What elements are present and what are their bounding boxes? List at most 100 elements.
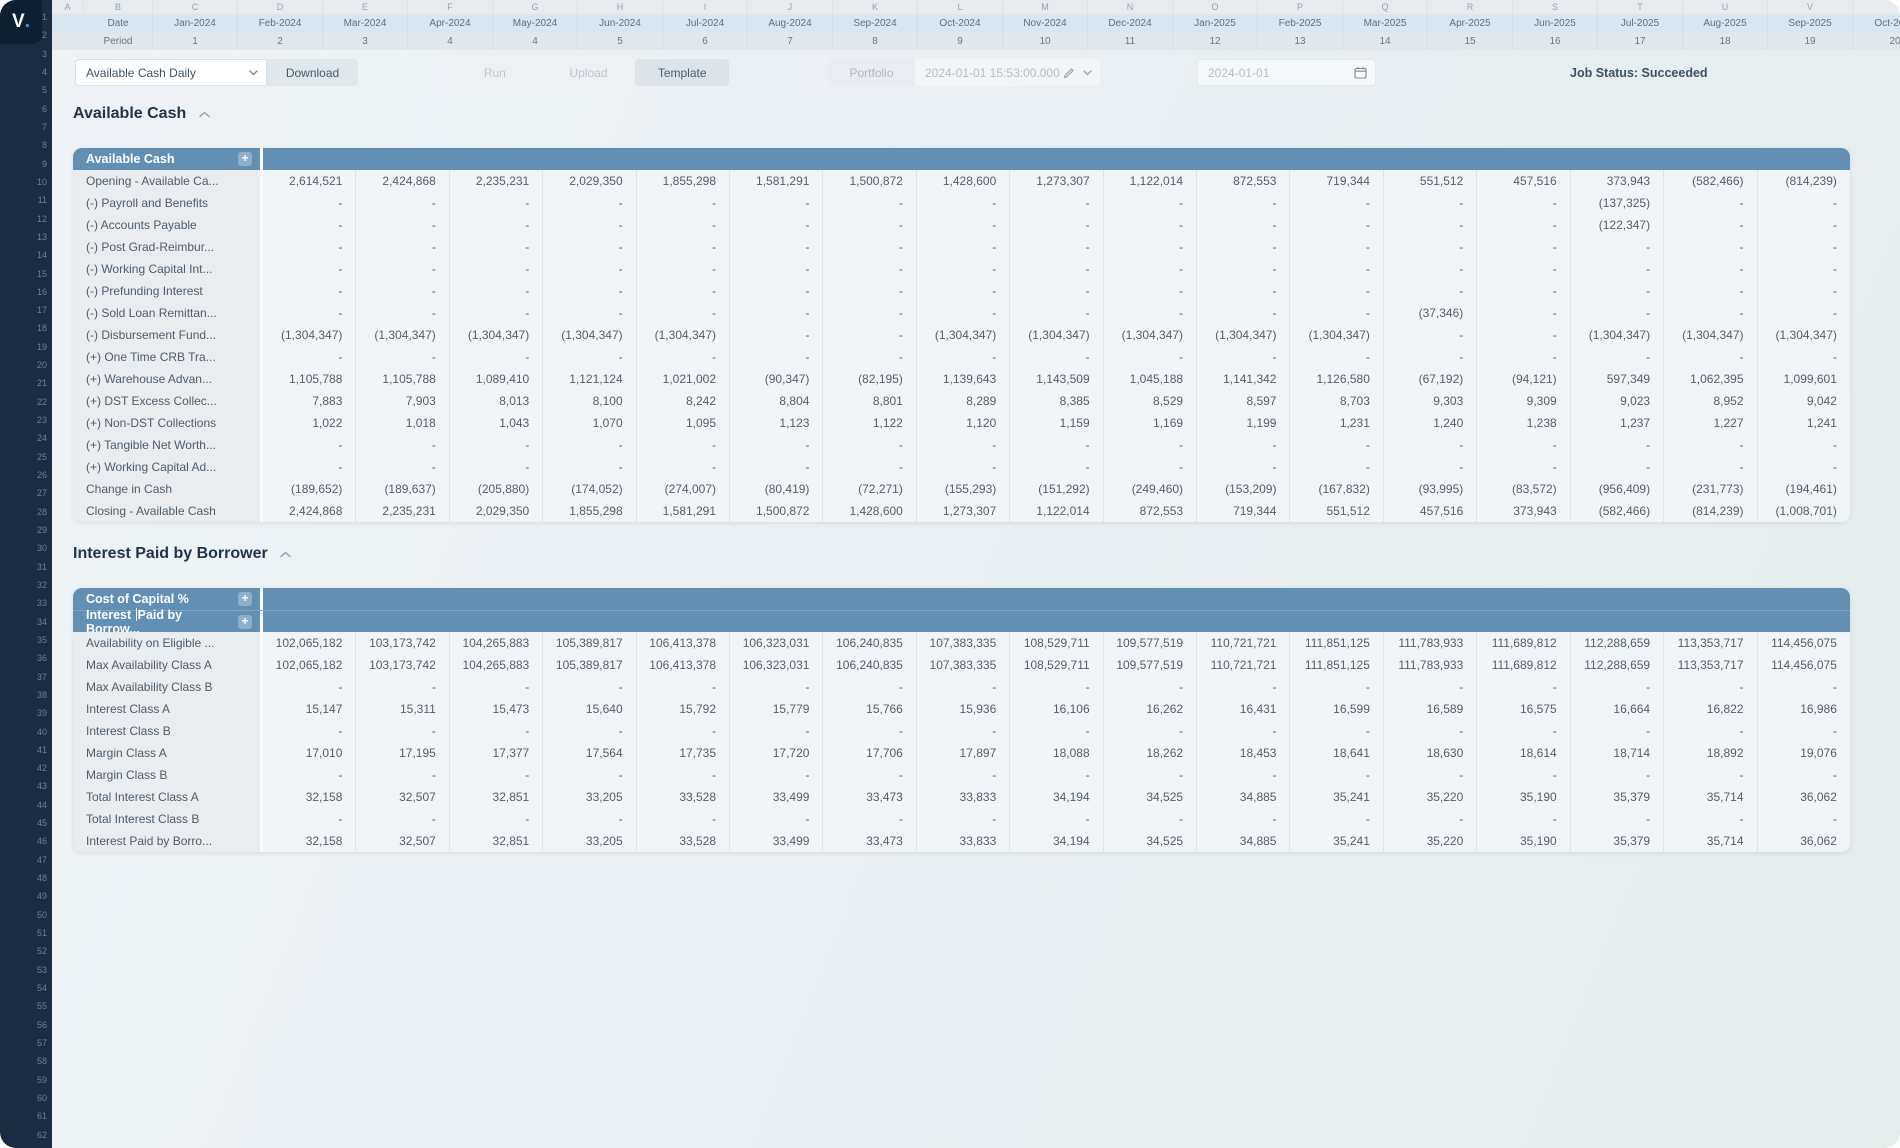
table-row: Interest Class B----------------- bbox=[73, 720, 1850, 742]
row-number: 44 bbox=[27, 799, 47, 811]
cell-value: 1,855,298 bbox=[636, 170, 729, 192]
cell-value: - bbox=[729, 720, 822, 742]
cell-value: 1,021,002 bbox=[636, 368, 729, 390]
cell-value: - bbox=[1103, 346, 1196, 368]
expand-columns-button[interactable]: + bbox=[238, 152, 252, 166]
portfolio-run-value: 2024-01-01 15:53:00.000 bbox=[925, 66, 1063, 80]
period-header-row: Period12344567891011121314151617181920 bbox=[52, 32, 1900, 50]
cell-value: - bbox=[1383, 324, 1476, 346]
cell-value: 1,139,643 bbox=[916, 368, 1009, 390]
cell-value: 1,018 bbox=[355, 412, 448, 434]
cell-value: - bbox=[729, 434, 822, 456]
cell-value: - bbox=[1663, 720, 1756, 742]
cell-value: 103,173,742 bbox=[355, 654, 448, 676]
calendar-icon[interactable] bbox=[1354, 66, 1367, 79]
cell-value: - bbox=[1663, 258, 1756, 280]
column-letter: D bbox=[238, 0, 323, 14]
collapse-chevron-up-icon[interactable] bbox=[196, 106, 212, 122]
download-button[interactable]: Download bbox=[267, 59, 358, 86]
row-label: Total Interest Class B bbox=[73, 808, 263, 830]
table-row: Interest Paid by Borro...32,15832,50732,… bbox=[73, 830, 1850, 852]
cell-value: - bbox=[729, 214, 822, 236]
table-header-row: Available Cash+ bbox=[73, 148, 1850, 170]
row-number: 49 bbox=[27, 890, 47, 902]
cell-value: 1,500,872 bbox=[729, 500, 822, 522]
cell-value: - bbox=[636, 346, 729, 368]
app-logo[interactable]: V. bbox=[0, 0, 42, 44]
cell-value: - bbox=[636, 808, 729, 830]
row-number: 28 bbox=[27, 506, 47, 518]
cell-value: - bbox=[542, 192, 635, 214]
table-row: (-) Payroll and Benefits--------------(1… bbox=[73, 192, 1850, 214]
cell-value: - bbox=[1570, 258, 1663, 280]
row-number: 48 bbox=[27, 872, 47, 884]
table-row: Change in Cash(189,652)(189,637)(205,880… bbox=[73, 478, 1850, 500]
as-of-date-input[interactable]: 2024-01-01 bbox=[1197, 59, 1376, 86]
row-label: (+) One Time CRB Tra... bbox=[73, 346, 263, 368]
cell-value: 9,303 bbox=[1383, 390, 1476, 412]
period-cell: 1 bbox=[153, 32, 238, 50]
row-number: 8 bbox=[27, 139, 47, 151]
cell-value: - bbox=[355, 280, 448, 302]
cell-value: - bbox=[1196, 192, 1289, 214]
cell-value: 34,885 bbox=[1196, 786, 1289, 808]
cell-value: 102,065,182 bbox=[263, 654, 355, 676]
month-cell: Jan-2025 bbox=[1173, 14, 1258, 32]
row-number: 57 bbox=[27, 1037, 47, 1049]
edit-pencil-icon[interactable] bbox=[1063, 67, 1075, 79]
cell-value: - bbox=[449, 456, 542, 478]
portfolio-run-select[interactable]: 2024-01-01 15:53:00.000 bbox=[915, 59, 1100, 86]
row-number: 14 bbox=[27, 249, 47, 261]
cell-value: 33,833 bbox=[916, 830, 1009, 852]
cell-value: (189,652) bbox=[263, 478, 355, 500]
cell-value: 102,065,182 bbox=[263, 632, 355, 654]
row-number: 38 bbox=[27, 689, 47, 701]
cell-value: (1,304,347) bbox=[1757, 324, 1850, 346]
collapse-chevron-up-icon[interactable] bbox=[278, 546, 294, 562]
as-of-date-value: 2024-01-01 bbox=[1208, 66, 1269, 80]
cell-value: 1,123 bbox=[729, 412, 822, 434]
cell-value: (814,239) bbox=[1757, 170, 1850, 192]
cell-value: - bbox=[1663, 434, 1756, 456]
cell-value: - bbox=[822, 808, 915, 830]
cell-value: 1,159 bbox=[1009, 412, 1102, 434]
expand-columns-button[interactable]: + bbox=[238, 615, 252, 629]
cell-value: - bbox=[449, 280, 542, 302]
cell-value: - bbox=[1476, 434, 1569, 456]
portfolio-label: Portfolio bbox=[828, 59, 915, 86]
cell-value: - bbox=[916, 676, 1009, 698]
cell-value: 15,147 bbox=[263, 698, 355, 720]
row-number: 58 bbox=[27, 1055, 47, 1067]
cell-value: - bbox=[1476, 324, 1569, 346]
row-label: (-) Working Capital Int... bbox=[73, 258, 263, 280]
month-cell: Jan-2024 bbox=[153, 14, 238, 32]
cell-value: - bbox=[1103, 764, 1196, 786]
cell-value: 1,105,788 bbox=[355, 368, 448, 390]
cell-value: - bbox=[729, 302, 822, 324]
cell-value: - bbox=[263, 764, 355, 786]
report-select[interactable]: Available Cash Daily bbox=[75, 59, 267, 86]
cell-value: - bbox=[636, 764, 729, 786]
cell-value: - bbox=[822, 676, 915, 698]
table-row: Margin Class B----------------- bbox=[73, 764, 1850, 786]
cell-value: - bbox=[916, 456, 1009, 478]
run-button[interactable]: Run bbox=[448, 59, 542, 86]
report-select-value: Available Cash Daily bbox=[86, 66, 196, 80]
cell-value: - bbox=[1103, 214, 1196, 236]
row-label: (+) Tangible Net Worth... bbox=[73, 434, 263, 456]
cell-value: 1,043 bbox=[449, 412, 542, 434]
month-cell: May-2024 bbox=[493, 14, 578, 32]
cell-value: - bbox=[1570, 676, 1663, 698]
row-label: Max Availability Class B bbox=[73, 676, 263, 698]
upload-button[interactable]: Upload bbox=[542, 59, 636, 86]
cell-value: 113,353,717 bbox=[1663, 654, 1756, 676]
cell-value: 111,689,812 bbox=[1476, 654, 1569, 676]
cell-value: 104,265,883 bbox=[449, 654, 542, 676]
cell-value: 18,614 bbox=[1476, 742, 1569, 764]
template-button[interactable]: Template bbox=[635, 59, 729, 86]
expand-columns-button[interactable]: + bbox=[238, 592, 252, 606]
cell-value: 35,379 bbox=[1570, 786, 1663, 808]
cell-value: 32,851 bbox=[449, 830, 542, 852]
cell-value: - bbox=[1103, 434, 1196, 456]
cell-value: - bbox=[1009, 720, 1102, 742]
